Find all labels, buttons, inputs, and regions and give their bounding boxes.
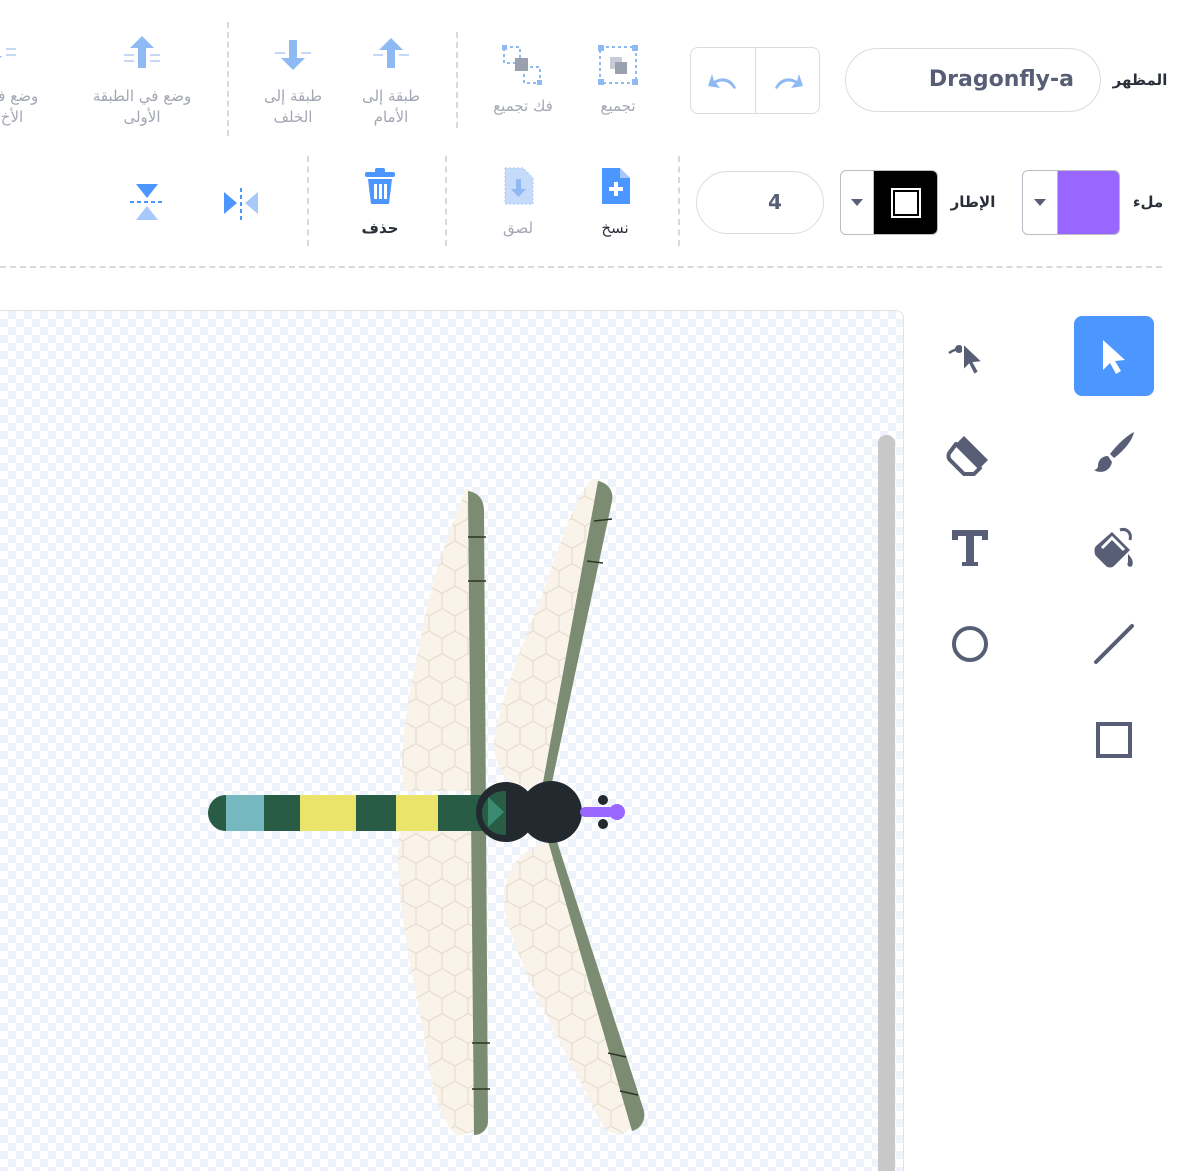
brush-icon	[1094, 432, 1134, 472]
drawing-canvas[interactable]	[0, 310, 904, 1171]
text-tool[interactable]	[930, 508, 1010, 588]
arrow-bottom-icon	[0, 48, 16, 58]
backward-label-2: الخلف	[273, 108, 313, 126]
flip-horizontal-icon	[224, 188, 258, 220]
ungroup-icon	[502, 45, 542, 85]
forward-label-1: طبقة إلى	[361, 87, 421, 105]
eraser-icon	[946, 436, 988, 476]
fill-swatch[interactable]	[1058, 171, 1119, 234]
reshape-tool[interactable]	[930, 316, 1010, 396]
flip-vertical-icon	[130, 184, 162, 220]
to-front-button[interactable]: وضع في الطبقة الأولى	[86, 34, 198, 130]
eraser-tool[interactable]	[930, 412, 1010, 492]
forward-button[interactable]: طبقة إلى الأمام	[356, 34, 426, 130]
fill-color-picker[interactable]	[1022, 170, 1120, 235]
flip-horizontal-button[interactable]	[216, 180, 266, 226]
fill-dropdown[interactable]	[1023, 171, 1058, 234]
paste-icon	[504, 167, 534, 205]
group-label: تجميع	[600, 97, 636, 115]
dragonfly-sprite	[208, 479, 645, 1136]
select-tool[interactable]	[1074, 316, 1154, 396]
group-button[interactable]: تجميع	[585, 40, 651, 126]
backward-label-1: طبقة إلى	[263, 87, 323, 105]
rectangle-tool[interactable]	[1074, 700, 1154, 780]
outline-label: الإطار	[950, 193, 996, 211]
outline-width-input[interactable]: 4	[696, 171, 824, 234]
arrow-up-icon	[373, 38, 409, 68]
reshape-icon	[948, 340, 986, 377]
flip-vertical-button[interactable]	[122, 178, 172, 228]
circle-icon	[952, 626, 988, 662]
undo-icon	[708, 73, 736, 89]
line-tool[interactable]	[1074, 604, 1154, 684]
fill-label: ملء	[1132, 193, 1164, 211]
outline-swatch[interactable]	[874, 171, 937, 234]
text-t-icon	[952, 530, 988, 566]
paint-bucket-icon	[1094, 528, 1133, 568]
undo-button[interactable]	[691, 48, 755, 113]
backward-button[interactable]: طبقة إلى الخلف	[258, 34, 328, 130]
to-front-label-1: وضع في الطبقة	[92, 87, 192, 105]
redo-icon	[774, 73, 803, 89]
to-back-button[interactable]: وضع في الأخ	[0, 34, 54, 130]
to-front-label-2: الأولى	[123, 108, 161, 126]
circle-tool[interactable]	[930, 604, 1010, 684]
redo-button[interactable]	[756, 48, 819, 113]
outline-square-icon	[892, 189, 919, 216]
forward-label-2: الأمام	[373, 108, 409, 126]
line-icon	[1094, 624, 1134, 664]
delete-button[interactable]: حذف	[350, 164, 410, 244]
outline-color-picker[interactable]	[840, 170, 938, 235]
group-icon	[598, 45, 638, 85]
trash-icon	[365, 168, 395, 204]
costume-name-value: Dragonfly-a	[928, 67, 1074, 92]
ungroup-label: فك تجميع	[493, 97, 553, 115]
costume-label: المظهر	[1112, 71, 1168, 89]
arrow-down-icon	[275, 40, 311, 70]
outline-width-value: 4	[768, 190, 782, 214]
fill-tool[interactable]	[1074, 508, 1154, 588]
delete-label: حذف	[361, 219, 399, 237]
brush-tool[interactable]	[1074, 412, 1154, 492]
costume-name-input[interactable]: Dragonfly-a	[845, 48, 1101, 112]
paste-label: لصق	[502, 219, 534, 237]
copy-button[interactable]: نسخ	[585, 164, 645, 244]
caret-down-icon	[1034, 198, 1046, 206]
arrow-top-icon	[124, 36, 160, 68]
to-back-label-1: وضع في	[0, 87, 39, 105]
copy-icon	[602, 168, 630, 204]
rectangle-icon	[1096, 722, 1132, 758]
copy-label: نسخ	[601, 219, 629, 237]
to-back-label-2: الأخ	[0, 108, 24, 126]
paste-button[interactable]: لصق	[488, 164, 548, 244]
ungroup-button[interactable]: فك تجميع	[483, 40, 563, 126]
undo-redo-group	[690, 47, 820, 114]
arrow-cursor-icon	[1103, 340, 1125, 374]
